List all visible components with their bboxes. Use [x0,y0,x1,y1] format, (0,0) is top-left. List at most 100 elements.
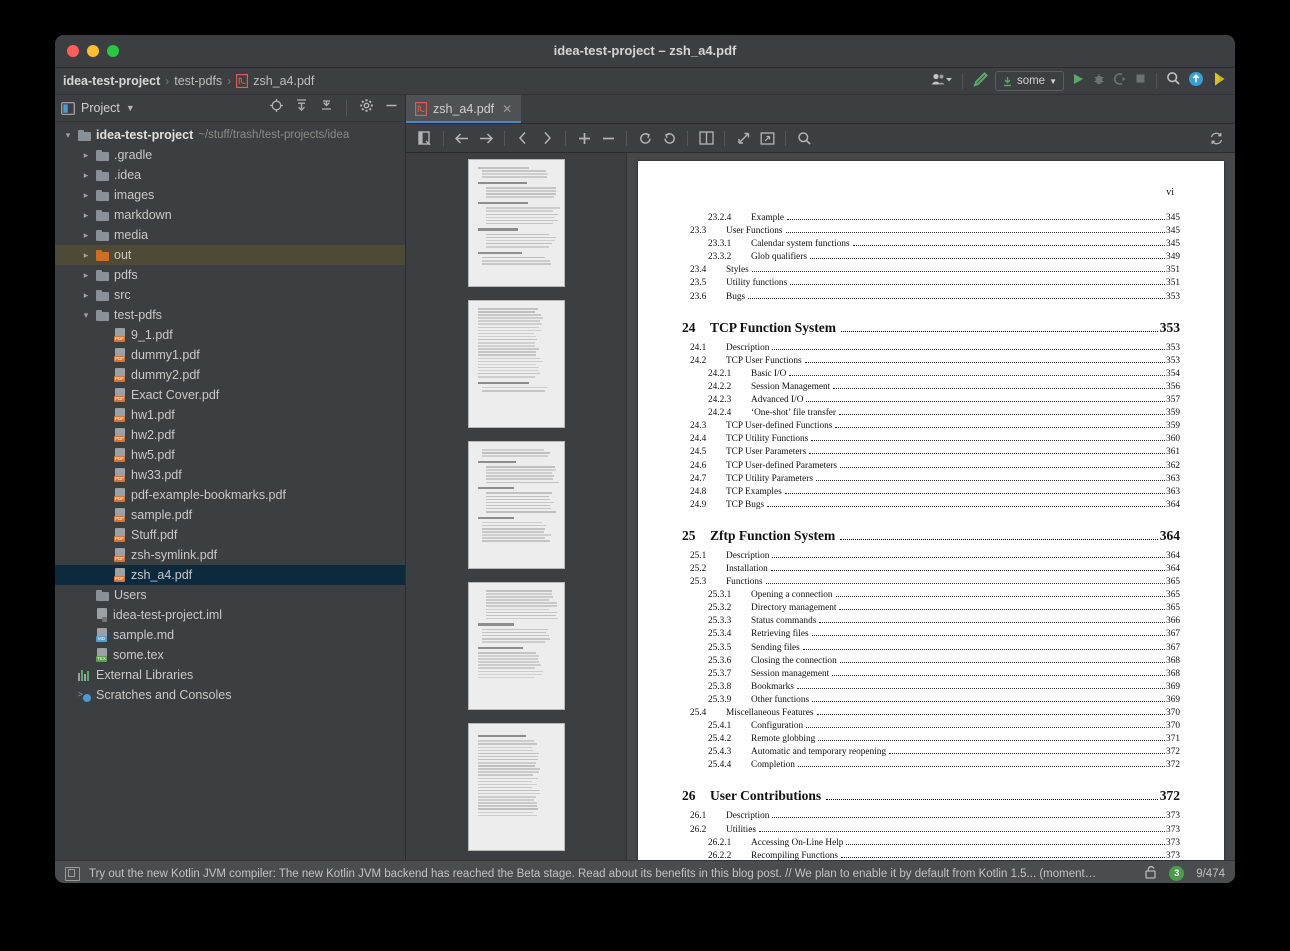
toc-entry-row[interactable]: 25.3 Functions 365 [682,576,1180,589]
zoom-out-icon[interactable] [597,128,619,148]
toggle-sidebar-icon[interactable] [414,128,436,148]
toc-chapter-row[interactable]: 26 User Contributions 372 [682,786,1180,805]
chevron-down-icon[interactable]: ▾ [81,310,91,321]
toc-entry-row[interactable]: 25.3.5 Sending files 367 [682,642,1180,655]
breadcrumb-file[interactable]: zsh_a4.pdf [253,74,314,88]
hammer-icon[interactable] [972,71,988,92]
tree-row-media[interactable]: ▸ media [55,225,405,245]
chevron-right-icon[interactable]: ▸ [81,170,91,181]
refresh-icon[interactable] [1205,128,1227,148]
tree-row-src[interactable]: ▸ src [55,285,405,305]
toc-entry-row[interactable]: 24.3 TCP User-defined Functions 359 [682,420,1180,433]
tree-row-test-pdfs[interactable]: ▾ test-pdfs [55,305,405,325]
toc-entry-row[interactable]: 25.3.3 Status commands 366 [682,615,1180,628]
toc-chapter-row[interactable]: 25 Zftp Function System 364 [682,526,1180,545]
previous-page-icon[interactable] [512,128,534,148]
rotate-clockwise-icon[interactable] [634,128,656,148]
toc-entry-row[interactable]: 26.2.2 Recompiling Functions 373 [682,850,1180,860]
toc-entry-row[interactable]: 25.3.7 Session management 368 [682,668,1180,681]
toc-entry-row[interactable]: 23.6 Bugs 353 [682,291,1180,304]
toc-entry-row[interactable]: 25.3.6 Closing the connection 368 [682,655,1180,668]
toc-entry-row[interactable]: 25.3.4 Retrieving files 367 [682,628,1180,641]
toc-entry-row[interactable]: 25.1 Description 364 [682,550,1180,563]
toc-entry-row[interactable]: 25.4 Miscellaneous Features 370 [682,707,1180,720]
chevron-down-icon[interactable]: ▼ [126,103,135,113]
toc-entry-row[interactable]: 26.1 Description 373 [682,810,1180,823]
toc-entry-row[interactable]: 24.2 TCP User Functions 353 [682,355,1180,368]
close-tab-icon[interactable]: ✕ [502,102,512,116]
chevron-right-icon[interactable]: ▸ [81,230,91,241]
pdf-page-scroll-area[interactable]: vi 23.2.4 Example 345 23.3 User Functions 345… [627,153,1235,860]
tree-row-zsh-a4-pdf[interactable]: PDF zsh_a4.pdf [55,565,405,585]
settings-icon[interactable] [359,98,374,118]
toc-entry-row[interactable]: 25.3.8 Bookmarks 369 [682,681,1180,694]
collapse-all-icon[interactable] [319,98,334,118]
toc-entry-row[interactable]: 25.3.9 Other functions 369 [682,694,1180,707]
next-page-icon[interactable] [536,128,558,148]
tree-row-users[interactable]: Users [55,585,405,605]
tree-row-hw2-pdf[interactable]: PDF hw2.pdf [55,425,405,445]
tree-row-idea-test-project[interactable]: ▾ idea-test-project ~/stuff/trash/test-pro… [55,125,405,145]
tree-row-out[interactable]: ▸ out [55,245,405,265]
tree-row-markdown[interactable]: ▸ markdown [55,205,405,225]
navigate-forward-icon[interactable] [475,128,497,148]
toc-entry-row[interactable]: 25.4.3 Automatic and temporary reopening 3… [682,746,1180,759]
toc-entry-row[interactable]: 26.2 Utilities 373 [682,824,1180,837]
toc-entry-row[interactable]: 25.4.1 Configuration 370 [682,720,1180,733]
toc-entry-row[interactable]: 25.2 Installation 364 [682,563,1180,576]
profile-icon[interactable] [1211,71,1227,92]
hide-panel-icon[interactable] [384,98,399,118]
tree-row-pdfs[interactable]: ▸ pdfs [55,265,405,285]
toc-entry-row[interactable]: 23.3.1 Calendar system functions 345 [682,238,1180,251]
tree-row-hw1-pdf[interactable]: PDF hw1.pdf [55,405,405,425]
two-page-view-icon[interactable] [695,128,717,148]
tree-row-gradle[interactable]: ▸ .gradle [55,145,405,165]
toc-chapter-row[interactable]: 24 TCP Function System 353 [682,318,1180,337]
debug-icon[interactable] [1092,72,1106,91]
pdf-page-thumbnail[interactable] [468,723,565,851]
coverage-icon[interactable] [1113,72,1127,91]
editor-tab-zsh-a4[interactable]: zsh_a4.pdf ✕ [406,95,521,123]
tree-row-external-libraries[interactable]: External Libraries [55,665,405,685]
tree-row-exact-cover-pdf[interactable]: PDF Exact Cover.pdf [55,385,405,405]
toc-entry-row[interactable]: 24.6 TCP User-defined Parameters 362 [682,460,1180,473]
pdf-thumbnail-panel[interactable] [406,153,627,860]
pdf-page-thumbnail[interactable] [468,300,565,428]
chevron-down-icon[interactable]: ▾ [63,130,73,141]
lock-icon[interactable] [1144,865,1157,882]
tree-row-hw5-pdf[interactable]: PDF hw5.pdf [55,445,405,465]
toc-entry-row[interactable]: 23.3 User Functions 345 [682,225,1180,238]
chevron-right-icon[interactable]: ▸ [81,250,91,261]
tree-row-images[interactable]: ▸ images [55,185,405,205]
tree-row-dummy1-pdf[interactable]: PDF dummy1.pdf [55,345,405,365]
chevron-right-icon[interactable]: ▸ [81,210,91,221]
run-configuration-selector[interactable]: some ▼ [995,71,1064,91]
toggle-tool-windows-icon[interactable] [65,867,80,881]
pdf-page-thumbnail[interactable] [468,582,565,710]
stop-icon[interactable] [1134,72,1147,90]
run-icon[interactable] [1071,72,1085,91]
toc-entry-row[interactable]: 23.5 Utility functions 351 [682,277,1180,290]
tree-row-scratches-and-consoles[interactable]: >_ Scratches and Consoles [55,685,405,705]
locate-icon[interactable] [269,98,284,118]
toc-entry-row[interactable]: 25.4.4 Completion 372 [682,759,1180,772]
toc-entry-row[interactable]: 24.2.3 Advanced I/O 357 [682,394,1180,407]
search-icon[interactable] [793,128,815,148]
tree-row-9-1-pdf[interactable]: PDF 9_1.pdf [55,325,405,345]
toc-entry-row[interactable]: 24.2.2 Session Management 356 [682,381,1180,394]
tree-row-idea[interactable]: ▸ .idea [55,165,405,185]
toc-entry-row[interactable]: 24.5 TCP User Parameters 361 [682,446,1180,459]
fit-page-icon[interactable] [756,128,778,148]
tree-row-zsh-symlink-pdf[interactable]: PDF zsh-symlink.pdf [55,545,405,565]
chevron-right-icon[interactable]: ▸ [81,190,91,201]
search-icon[interactable] [1166,71,1181,91]
status-message[interactable]: Try out the new Kotlin JVM compiler: The… [89,868,1099,880]
toc-entry-row[interactable]: 24.2.4 ‘One-shot’ file transfer 359 [682,407,1180,420]
tree-row-sample-md[interactable]: MD sample.md [55,625,405,645]
toc-entry-row[interactable]: 25.4.2 Remote globbing 371 [682,733,1180,746]
toc-entry-row[interactable]: 23.3.2 Glob qualifiers 349 [682,251,1180,264]
toc-entry-row[interactable]: 25.3.2 Directory management 365 [682,602,1180,615]
pdf-page-thumbnail[interactable] [468,441,565,569]
toc-entry-row[interactable]: 24.7 TCP Utility Parameters 363 [682,473,1180,486]
toc-entry-row[interactable]: 24.9 TCP Bugs 364 [682,499,1180,512]
